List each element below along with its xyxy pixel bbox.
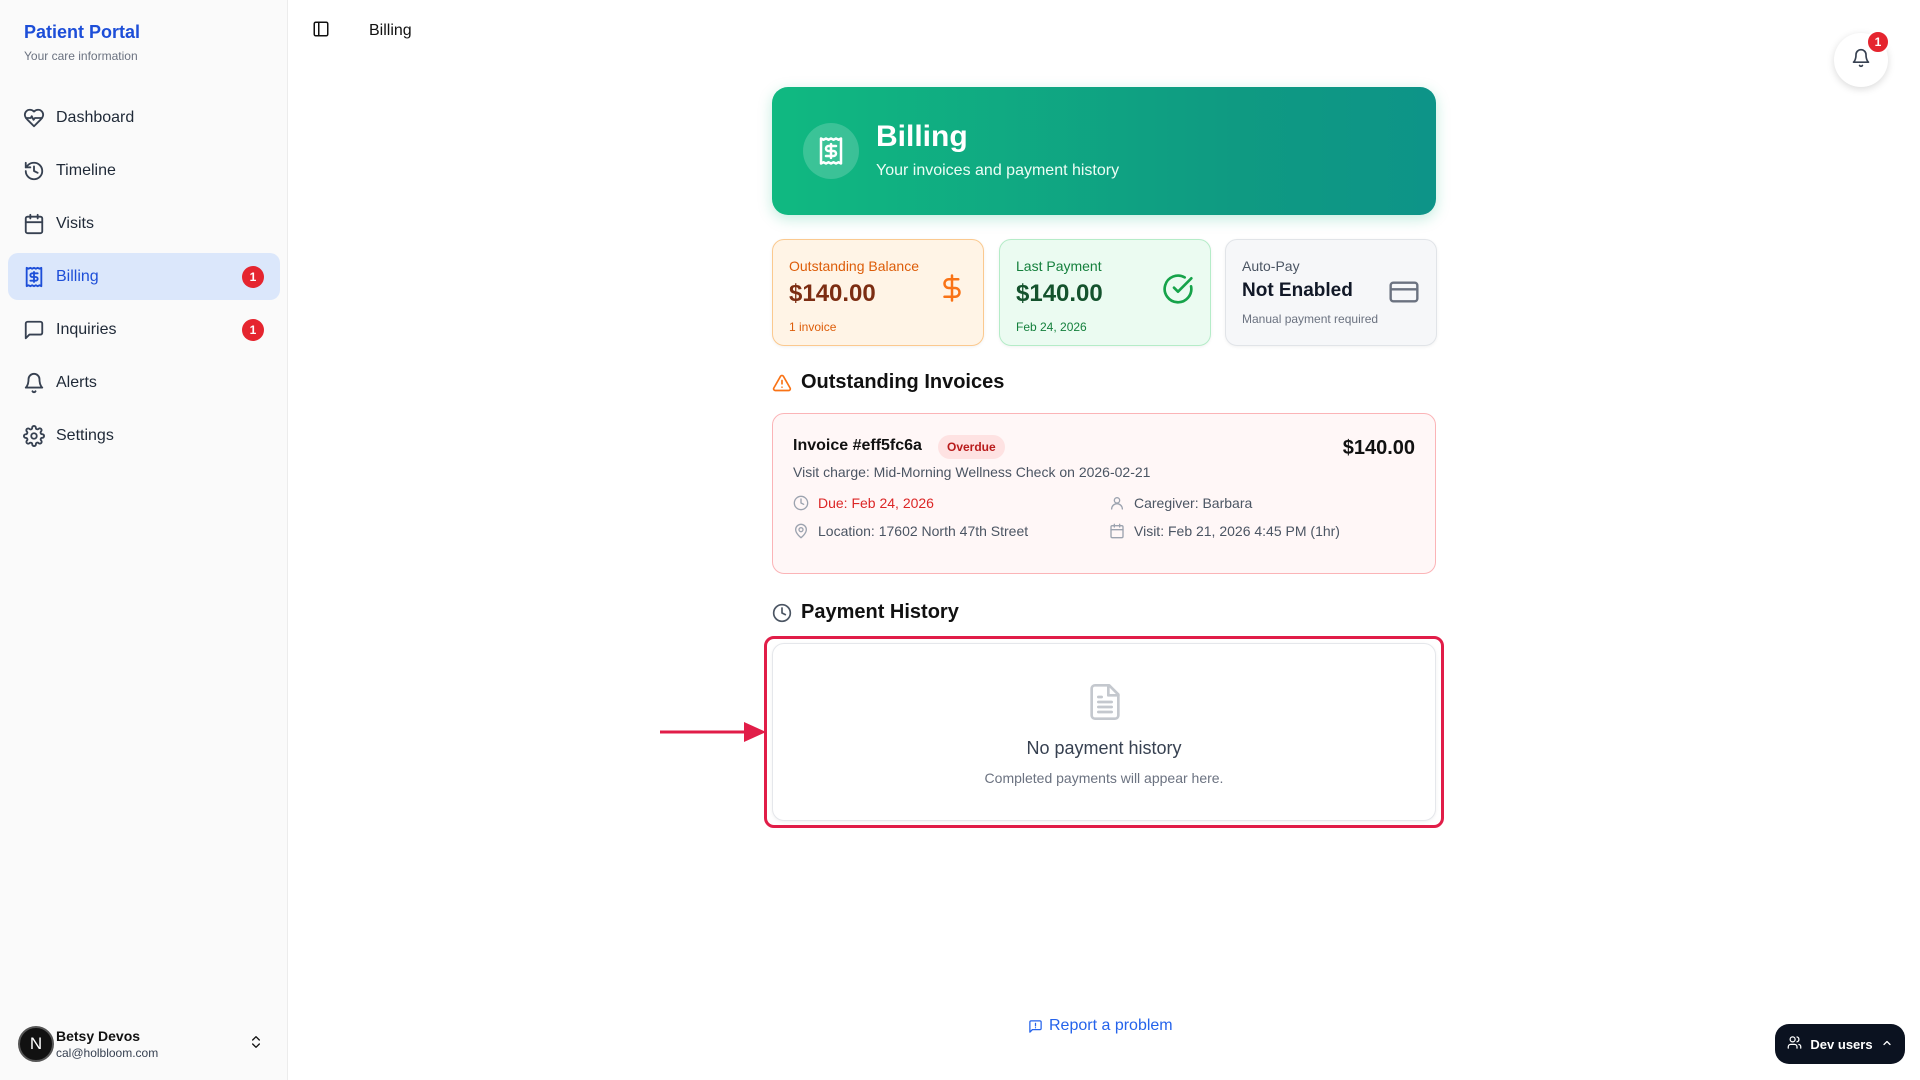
warning-icon [772, 373, 792, 393]
bell-icon [22, 371, 46, 395]
report-problem-link[interactable]: Report a problem [1028, 1017, 1173, 1035]
invoice-caregiver: Caregiver: Barbara [1109, 495, 1252, 511]
history-icon [22, 159, 46, 183]
section-title: Payment History [801, 601, 959, 623]
dev-users-button[interactable]: Dev users [1775, 1024, 1905, 1064]
outstanding-invoices-heading: Outstanding Invoices [772, 371, 1004, 394]
sidebar-nav: Dashboard Timeline Visits Billing 1 Inqu… [8, 94, 280, 465]
stat-note: Feb 24, 2026 [1016, 320, 1087, 334]
invoice-visit: Visit: Feb 21, 2026 4:45 PM (1hr) [1109, 523, 1340, 539]
sidebar-item-inquiries[interactable]: Inquiries 1 [8, 306, 280, 353]
invoice-card[interactable]: Invoice #eff5fc6a Overdue $140.00 Visit … [772, 413, 1436, 574]
sidebar-item-settings[interactable]: Settings [8, 412, 280, 459]
sidebar-item-alerts[interactable]: Alerts [8, 359, 280, 406]
clock-icon [772, 603, 792, 623]
user-menu[interactable]: N Betsy Devos cal@holbloom.com [18, 1022, 274, 1066]
sidebar: Patient Portal Your care information Das… [0, 0, 288, 1080]
billing-count-badge: 1 [242, 266, 264, 288]
heart-pulse-icon [22, 106, 46, 130]
clock-icon [793, 495, 809, 511]
due-text: Due: Feb 24, 2026 [818, 495, 934, 511]
visit-text: Visit: Feb 21, 2026 4:45 PM (1hr) [1134, 523, 1340, 539]
invoice-number: Invoice #eff5fc6a [793, 437, 922, 454]
gear-icon [22, 424, 46, 448]
dollar-icon [937, 273, 967, 308]
section-title: Outstanding Invoices [801, 371, 1005, 393]
invoice-location: Location: 17602 North 47th Street [793, 523, 1028, 539]
annotation-arrow-icon [660, 720, 768, 749]
credit-card-icon [1388, 276, 1420, 313]
calendar-icon [1109, 523, 1125, 539]
user-icon [1109, 495, 1125, 511]
stat-label: Auto-Pay [1242, 258, 1300, 274]
receipt-icon [803, 123, 859, 179]
location-text: Location: 17602 North 47th Street [818, 523, 1029, 539]
invoice-amount: $140.00 [1342, 437, 1415, 459]
sidebar-toggle-icon[interactable] [312, 20, 334, 42]
caregiver-text: Caregiver: Barbara [1134, 495, 1253, 511]
users-icon [1787, 1035, 1802, 1053]
notifications-count-badge: 1 [1866, 30, 1890, 54]
message-square-icon [22, 318, 46, 342]
payment-history-heading: Payment History [772, 601, 959, 624]
user-email: cal@holbloom.com [56, 1046, 159, 1060]
stat-label: Outstanding Balance [789, 258, 919, 274]
chevron-up-icon [1881, 1037, 1893, 1052]
stat-note: Manual payment required [1242, 312, 1379, 326]
brand: Patient Portal Your care information [24, 22, 140, 63]
avatar: N [18, 1026, 54, 1062]
billing-hero: Billing Your invoices and payment histor… [772, 87, 1436, 215]
calendar-icon [22, 212, 46, 236]
chevrons-up-down-icon [248, 1034, 264, 1055]
sidebar-item-label: Billing [56, 267, 99, 285]
stat-note: 1 invoice [789, 320, 837, 334]
sidebar-item-label: Timeline [56, 161, 116, 179]
dev-users-label: Dev users [1810, 1036, 1873, 1052]
hero-subtitle: Your invoices and payment history [876, 162, 1120, 179]
auto-pay-card: Auto-Pay Not Enabled Manual payment requ… [1225, 239, 1437, 346]
brand-subtitle: Your care information [24, 49, 138, 63]
user-name: Betsy Devos [56, 1028, 141, 1044]
outstanding-balance-card: Outstanding Balance $140.00 1 invoice [772, 239, 984, 346]
sidebar-item-label: Visits [56, 214, 94, 232]
receipt-icon [22, 265, 46, 289]
report-label: Report a problem [1049, 1017, 1173, 1034]
invoice-due-date: Due: Feb 24, 2026 [793, 495, 934, 511]
map-pin-icon [793, 523, 809, 539]
stat-label: Last Payment [1016, 258, 1102, 274]
message-square-icon [1028, 1019, 1043, 1034]
last-payment-card: Last Payment $140.00 Feb 24, 2026 [999, 239, 1211, 346]
sidebar-item-label: Inquiries [56, 320, 117, 338]
sidebar-item-label: Settings [56, 426, 114, 444]
sidebar-item-visits[interactable]: Visits [8, 200, 280, 247]
annotation-highlight-box [764, 636, 1444, 828]
bell-icon [1851, 48, 1871, 73]
page-title: Billing [369, 22, 412, 39]
check-circle-icon [1162, 273, 1194, 310]
sidebar-item-timeline[interactable]: Timeline [8, 147, 280, 194]
invoice-description: Visit charge: Mid-Morning Wellness Check… [793, 464, 1151, 480]
sidebar-item-billing[interactable]: Billing 1 [8, 253, 280, 300]
status-badge: Overdue [938, 435, 1005, 459]
sidebar-item-label: Alerts [56, 373, 97, 391]
inquiries-count-badge: 1 [242, 319, 264, 341]
sidebar-item-label: Dashboard [56, 108, 135, 126]
hero-title: Billing [876, 120, 968, 153]
brand-title: Patient Portal [24, 22, 141, 42]
sidebar-item-dashboard[interactable]: Dashboard [8, 94, 280, 141]
